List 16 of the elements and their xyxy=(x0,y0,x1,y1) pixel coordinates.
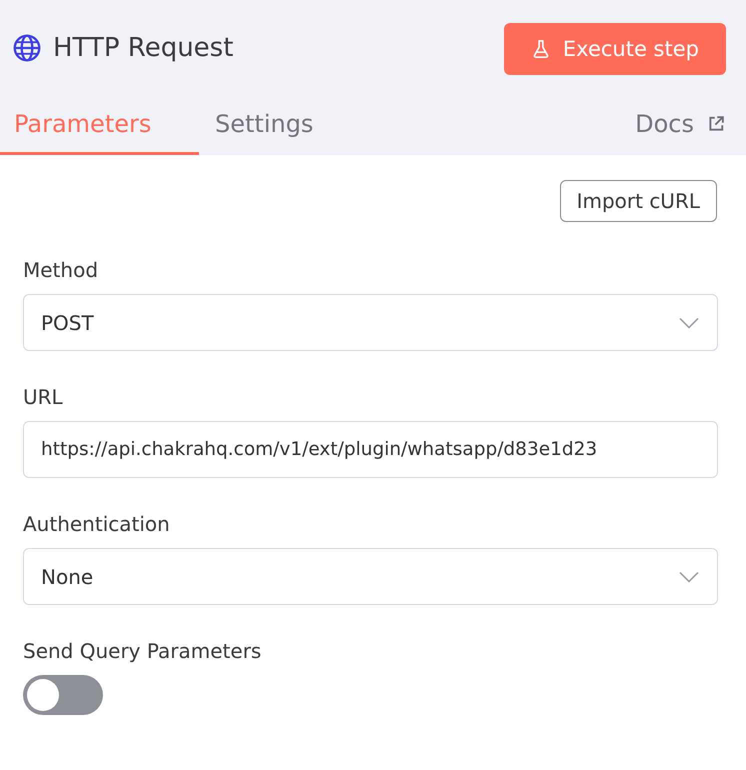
chevron-down-icon xyxy=(679,316,699,328)
globe-icon xyxy=(13,34,41,62)
field-label: Authentication xyxy=(23,512,171,536)
field-label: URL xyxy=(23,385,64,409)
field-label: Send Query Parameters xyxy=(23,639,262,663)
chevron-down-icon xyxy=(679,570,699,582)
dropdown-field[interactable]: POST xyxy=(23,294,718,351)
tab[interactable]: Settings xyxy=(199,96,366,155)
toggle-switch[interactable] xyxy=(23,675,103,715)
field-label: Method xyxy=(23,258,100,282)
docs-link[interactable]: Docs xyxy=(635,96,726,155)
dropdown-field[interactable]: None xyxy=(23,548,718,605)
import-curl-button[interactable]: Import cURL xyxy=(560,180,717,222)
node-title: HTTP Request xyxy=(53,33,234,63)
url-field[interactable]: https://api.chakrahq.com/v1/ext/plugin/whatsapp/d83e1d23 xyxy=(23,421,718,478)
flask-icon xyxy=(530,39,551,59)
